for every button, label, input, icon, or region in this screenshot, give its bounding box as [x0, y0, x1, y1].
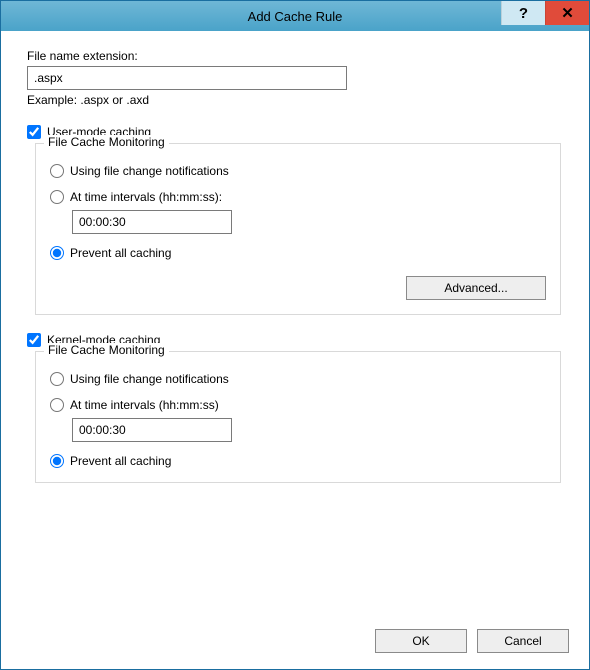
- file-extension-example: Example: .aspx or .axd: [27, 93, 563, 107]
- kernel-mode-radio-prevent-row: Prevent all caching: [50, 454, 546, 468]
- user-mode-radio-interval-label: At time intervals (hh:mm:ss):: [70, 190, 222, 204]
- titlebar: Add Cache Rule ? ✕: [1, 1, 589, 31]
- kernel-mode-radio-interval[interactable]: [50, 398, 64, 412]
- kernel-mode-radio-notify[interactable]: [50, 372, 64, 386]
- user-mode-radio-prevent-label: Prevent all caching: [70, 246, 171, 260]
- user-mode-radio-notify-label: Using file change notifications: [70, 164, 229, 178]
- user-mode-group-title: File Cache Monitoring: [44, 135, 169, 149]
- titlebar-buttons: ? ✕: [501, 1, 589, 31]
- user-mode-radio-interval-row: At time intervals (hh:mm:ss):: [50, 190, 546, 204]
- user-mode-interval-input-wrap: [72, 210, 546, 234]
- ok-button[interactable]: OK: [375, 629, 467, 653]
- kernel-mode-radio-interval-row: At time intervals (hh:mm:ss): [50, 398, 546, 412]
- user-mode-radio-interval[interactable]: [50, 190, 64, 204]
- kernel-mode-interval-input[interactable]: [72, 418, 232, 442]
- advanced-row: Advanced...: [50, 276, 546, 300]
- file-extension-input[interactable]: [27, 66, 347, 90]
- user-mode-interval-input[interactable]: [72, 210, 232, 234]
- advanced-button[interactable]: Advanced...: [406, 276, 546, 300]
- dialog-window: Add Cache Rule ? ✕ File name extension: …: [0, 0, 590, 670]
- cancel-button[interactable]: Cancel: [477, 629, 569, 653]
- user-mode-radio-notify-row: Using file change notifications: [50, 164, 546, 178]
- file-extension-label: File name extension:: [27, 49, 563, 63]
- kernel-mode-interval-input-wrap: [72, 418, 546, 442]
- help-button[interactable]: ?: [501, 1, 545, 25]
- dialog-content: File name extension: Example: .aspx or .…: [1, 31, 589, 619]
- kernel-mode-group-title: File Cache Monitoring: [44, 343, 169, 357]
- user-mode-radio-prevent[interactable]: [50, 246, 64, 260]
- kernel-mode-checkbox[interactable]: [27, 333, 41, 347]
- kernel-mode-radio-notify-label: Using file change notifications: [70, 372, 229, 386]
- kernel-mode-radio-interval-label: At time intervals (hh:mm:ss): [70, 398, 219, 412]
- kernel-mode-group: File Cache Monitoring Using file change …: [35, 351, 561, 483]
- kernel-mode-radio-notify-row: Using file change notifications: [50, 372, 546, 386]
- close-icon: ✕: [561, 4, 574, 22]
- user-mode-radio-notify[interactable]: [50, 164, 64, 178]
- dialog-footer: OK Cancel: [1, 619, 589, 669]
- help-icon: ?: [519, 5, 528, 22]
- user-mode-radio-prevent-row: Prevent all caching: [50, 246, 546, 260]
- user-mode-group: File Cache Monitoring Using file change …: [35, 143, 561, 315]
- kernel-mode-radio-prevent[interactable]: [50, 454, 64, 468]
- user-mode-checkbox[interactable]: [27, 125, 41, 139]
- close-button[interactable]: ✕: [545, 1, 589, 25]
- kernel-mode-radio-prevent-label: Prevent all caching: [70, 454, 171, 468]
